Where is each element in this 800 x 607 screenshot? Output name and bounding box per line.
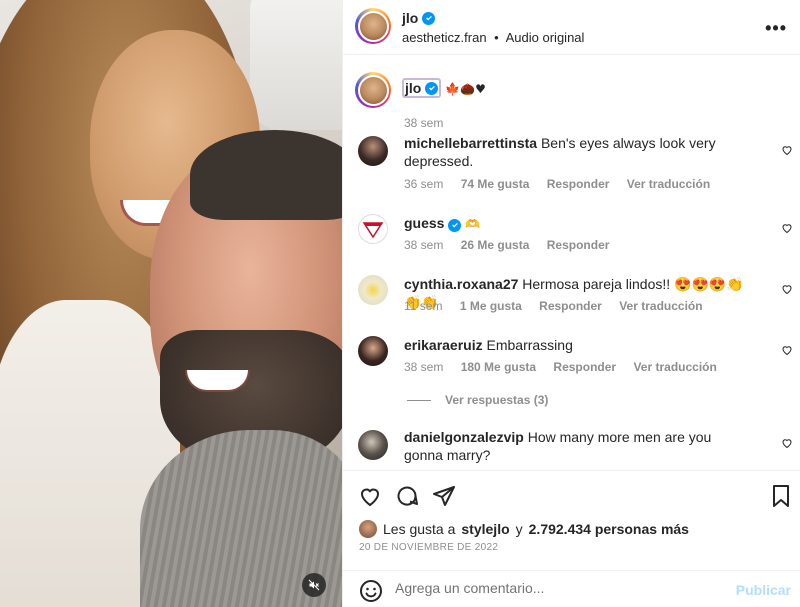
reply-button[interactable]: Responder [547,238,610,252]
likes-prefix: Les gusta a [383,521,456,537]
like-heart-icon[interactable] [781,144,793,156]
emoji-smiley-icon[interactable] [359,579,383,603]
reply-button[interactable]: Responder [547,177,610,191]
mute-button[interactable] [302,573,326,597]
like-heart-icon[interactable] [781,222,793,234]
author-avatar[interactable] [355,8,391,44]
caption-username[interactable]: jlo [405,80,421,96]
comment-text: 🫶 [465,217,481,231]
airplane-window [250,0,342,130]
like-heart-icon[interactable] [781,344,793,356]
commenter-avatar[interactable] [358,430,388,460]
audio-label-link[interactable]: Audio original [506,30,585,45]
caption-avatar[interactable] [355,72,391,108]
likes-connector: y [515,521,523,537]
likes-summary[interactable]: Les gusta a stylejlo y 2.792.434 persona… [359,520,689,538]
commenter-avatar[interactable] [358,136,388,166]
speaker-muted-icon [308,579,320,591]
reply-button[interactable]: Responder [539,299,602,313]
view-replies-button[interactable]: Ver respuestas (3) [407,393,548,407]
comment-time[interactable]: 38 sem [404,360,443,374]
comment-likes[interactable]: 180 Me gusta [461,360,536,374]
comment-likes[interactable]: 74 Me gusta [461,177,530,191]
liker-avatar [359,520,377,538]
translate-button[interactable]: Ver traducción [619,299,702,313]
verified-badge-icon [425,81,439,95]
separator-dot: • [494,30,499,45]
verified-badge-icon [448,218,462,232]
like-heart-icon[interactable] [781,283,793,295]
comments-list[interactable]: jlo 🍁🌰♥ 38 sem michellebarrettinsta Ben'… [343,56,800,470]
commenter-username[interactable]: michellebarrettinsta [404,135,537,151]
commenter-avatar[interactable] [358,336,388,366]
post-header: jlo aestheticz.fran • Audio original ••• [343,0,800,55]
verified-badge-icon [422,11,436,25]
caption-text: 🍁🌰♥ [445,82,486,96]
comment-icon[interactable] [395,484,419,508]
share-icon[interactable] [432,484,456,508]
commenter-username[interactable]: cynthia.roxana27 [404,276,518,292]
comment-input[interactable] [395,580,725,596]
comment-time[interactable]: 38 sem [404,238,443,252]
like-heart-icon[interactable] [358,484,382,508]
comment-time[interactable]: 11 sem [404,299,442,313]
author-username[interactable]: jlo [402,10,418,26]
reply-button[interactable]: Responder [553,360,616,374]
audio-source-link[interactable]: aestheticz.fran [402,30,487,45]
comment-text: Embarrassing [486,337,573,353]
more-options-button[interactable]: ••• [765,18,787,39]
likes-count[interactable]: 2.792.434 personas más [529,521,689,537]
comment-likes[interactable]: 1 Me gusta [460,299,522,313]
bookmark-icon[interactable] [769,484,793,508]
view-replies-label: Ver respuestas (3) [445,393,549,407]
guess-logo-icon [362,222,384,239]
instagram-post-view: jlo aestheticz.fran • Audio original ••• [0,0,800,607]
action-bar [343,470,800,520]
comment-likes[interactable]: 26 Me gusta [461,238,530,252]
post-date[interactable]: 20 DE NOVIEMBRE DE 2022 [359,542,498,553]
commenter-username[interactable]: guess [404,215,444,231]
commenter-username[interactable]: erikaraeruiz [404,337,483,353]
comment-time[interactable]: 36 sem [404,177,443,191]
translate-button[interactable]: Ver traducción [633,360,716,374]
post-image[interactable] [0,0,342,607]
add-comment-bar: Publicar [343,570,800,607]
translate-button[interactable]: Ver traducción [627,177,710,191]
liker-username[interactable]: stylejlo [461,521,509,537]
commenter-avatar[interactable] [358,275,388,305]
like-heart-icon[interactable] [781,437,793,449]
caption-time[interactable]: 38 sem [404,116,443,130]
post-panel: jlo aestheticz.fran • Audio original ••• [342,0,800,607]
commenter-username[interactable]: danielgonzalezvip [404,429,524,445]
publish-button[interactable]: Publicar [736,582,791,598]
commenter-avatar[interactable] [358,214,388,244]
